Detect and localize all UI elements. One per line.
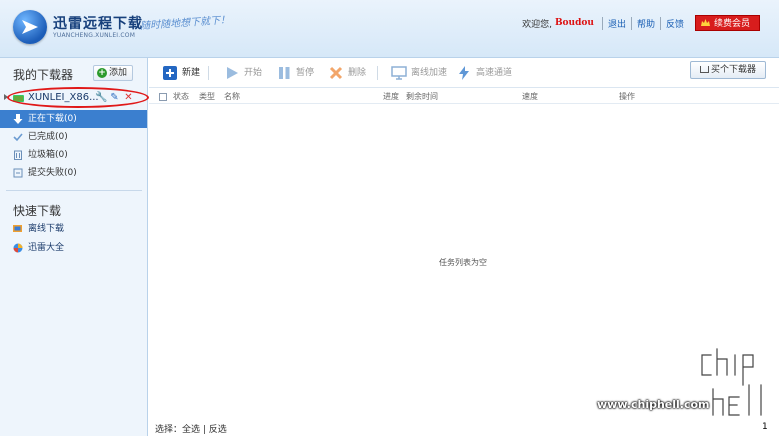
cart-icon [700, 66, 709, 73]
col-speed[interactable]: 速度 [522, 91, 538, 102]
col-name[interactable]: 名称 [224, 91, 240, 102]
pause-button[interactable]: 暂停 [276, 65, 314, 81]
col-type[interactable]: 类型 [199, 91, 215, 102]
fail-icon [13, 168, 23, 178]
logout-link[interactable]: 退出 [601, 16, 631, 30]
pause-icon [279, 67, 290, 79]
new-task-button[interactable]: 新建 [162, 65, 200, 81]
download-arrow-icon [13, 114, 23, 124]
col-remaining-time[interactable]: 剩余时间 [406, 91, 438, 102]
plus-icon: + [97, 68, 107, 78]
task-list-header: 状态 类型 名称 进度 剩余时间 速度 操作 [149, 89, 779, 104]
chiphell-watermark-logo [699, 346, 764, 418]
renew-vip-button[interactable]: 续费会员 [694, 15, 760, 31]
select-label: 选择： [155, 425, 183, 435]
offline-accel-button[interactable]: 离线加速 [391, 65, 447, 81]
nav-downloading[interactable]: 正在下载(0) [0, 110, 147, 128]
toolbar-separator [377, 66, 378, 80]
invert-selection-link[interactable]: 反选 [209, 425, 227, 435]
renew-vip-label: 续费会员 [713, 19, 750, 29]
high-speed-channel-label: 高速通道 [476, 68, 513, 78]
slogan: 随时随地想下就下！ [139, 14, 231, 33]
trash-icon [14, 150, 22, 160]
nav-submit-failed[interactable]: 提交失败(0) [0, 164, 147, 182]
monitor-icon [391, 66, 407, 80]
pause-label: 暂停 [296, 68, 315, 78]
play-icon [227, 67, 238, 79]
start-label: 开始 [244, 68, 263, 78]
welcome-text: 欢迎您, [522, 19, 552, 30]
main-panel: 新建 开始 暂停 删除 离线加速 高速通道 买个下载器 状态 类型 名称 进度 … [149, 58, 779, 436]
nav-downloading-label: 正在下载(0) [28, 114, 77, 124]
delete-label: 删除 [348, 68, 367, 78]
xunlei-logo-icon [13, 10, 47, 44]
help-link[interactable]: 帮助 [630, 16, 660, 30]
offline-download-link[interactable]: 离线下载 [0, 221, 64, 237]
nav-trash[interactable]: 垃圾箱(0) [0, 146, 147, 164]
xunlei-globe-icon [13, 243, 23, 253]
new-plus-icon [163, 66, 177, 80]
xunlei-daquan-label: 迅雷大全 [28, 243, 65, 253]
new-task-label: 新建 [182, 68, 201, 78]
offline-download-icon [13, 225, 22, 232]
feedback-link[interactable]: 反馈 [659, 16, 689, 30]
selection-footer: 选择：全选 | 反选 [155, 422, 227, 435]
nav-completed[interactable]: 已完成(0) [0, 128, 147, 146]
check-icon [13, 133, 23, 142]
highlight-annotation-oval [7, 87, 149, 108]
app-title: 迅雷远程下载 [53, 16, 143, 32]
footer-divider: | [200, 425, 209, 435]
crown-icon [700, 19, 710, 26]
app-subtitle: YUANCHENG.XUNLEI.COM [53, 32, 136, 39]
page-number: 1 [762, 422, 768, 432]
add-downloader-button[interactable]: + 添加 [93, 65, 133, 81]
buy-downloader-button[interactable]: 买个下载器 [690, 61, 766, 79]
nav-trash-label: 垃圾箱(0) [28, 150, 68, 160]
col-actions: 操作 [619, 92, 635, 101]
username[interactable]: Boudou [555, 18, 594, 28]
start-button[interactable]: 开始 [224, 65, 262, 81]
header-user-area: 欢迎您, Boudou 退出 帮助 反馈 续费会员 [522, 14, 779, 32]
watermark-url: www.chiphell.com [597, 398, 710, 411]
quick-download-title: 快速下载 [13, 204, 62, 218]
toolbar-separator [208, 66, 209, 80]
empty-list-message: 任务列表为空 [439, 258, 487, 267]
high-speed-channel-button[interactable]: 高速通道 [456, 65, 512, 81]
nav-completed-label: 已完成(0) [28, 132, 68, 142]
select-all-checkbox[interactable] [159, 93, 167, 101]
delete-x-icon [329, 66, 343, 80]
select-all-link[interactable]: 全选 [182, 425, 200, 435]
add-downloader-label: 添加 [109, 68, 128, 78]
col-status[interactable]: 状态 [173, 91, 189, 102]
offline-accel-label: 离线加速 [411, 68, 448, 78]
buy-downloader-label: 买个下载器 [711, 65, 757, 75]
my-downloaders-title: 我的下载器 [13, 68, 74, 82]
nav-submit-failed-label: 提交失败(0) [28, 168, 77, 178]
sidebar-divider [6, 190, 142, 191]
offline-download-label: 离线下载 [28, 224, 65, 234]
sidebar: 我的下载器 + 添加 XUNLEI_X86... 🔧 ✎ ✕ 正在下载(0) 已… [0, 58, 149, 436]
toolbar: 新建 开始 暂停 删除 离线加速 高速通道 买个下载器 [149, 58, 779, 88]
top-header: 迅雷远程下载 YUANCHENG.XUNLEI.COM 随时随地想下就下！ 欢迎… [0, 0, 779, 58]
delete-button[interactable]: 删除 [328, 65, 366, 81]
xunlei-daquan-link[interactable]: 迅雷大全 [0, 240, 64, 256]
lightning-icon [459, 66, 469, 80]
col-progress[interactable]: 进度 [383, 91, 399, 102]
